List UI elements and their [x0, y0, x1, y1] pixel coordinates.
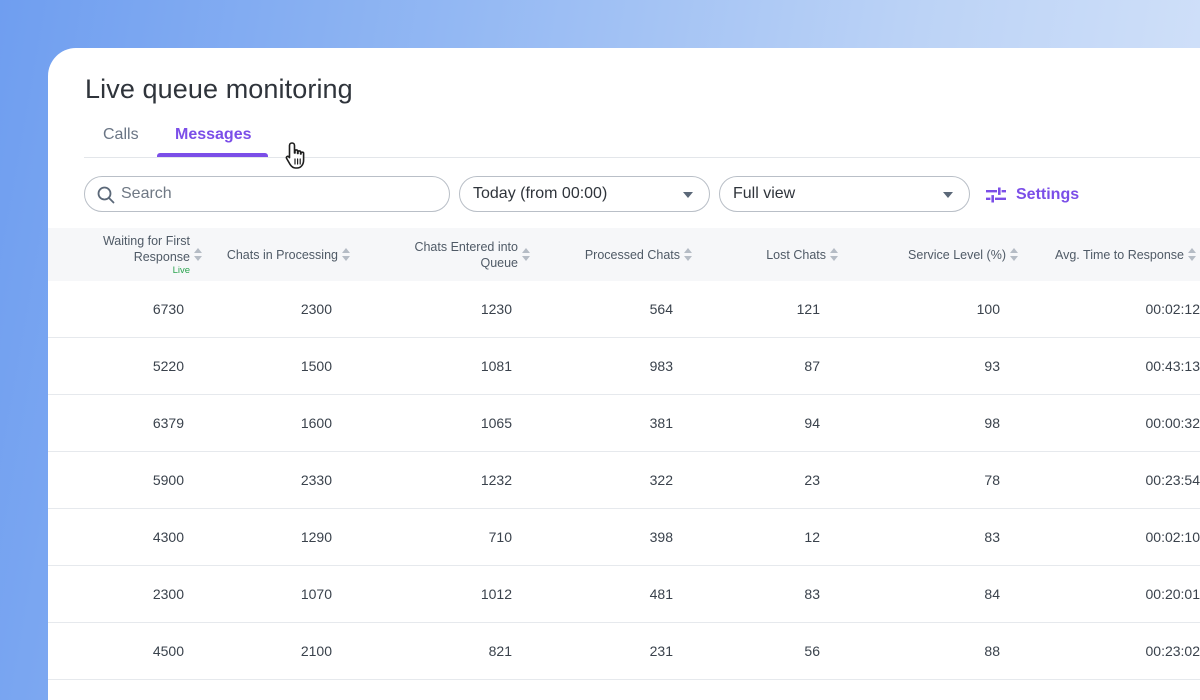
table-cell: 5220: [152, 358, 184, 374]
column-header-label: Waiting for First Response: [102, 233, 190, 264]
live-badge: Live: [172, 264, 190, 276]
table-cell: 00:23:54: [1145, 472, 1200, 488]
table-cell: 100: [976, 301, 1000, 317]
column-header-label: Processed Chats: [584, 247, 680, 262]
table-cell: 481: [649, 586, 673, 602]
table-row[interactable]: 4300 1290 710 398 12 83 00:02:10: [48, 509, 1200, 566]
table-cell: 00:23:02: [1145, 643, 1200, 659]
table-cell: 2330: [300, 472, 332, 488]
view-filter-select[interactable]: Full view: [719, 176, 970, 212]
settings-label: Settings: [1016, 186, 1080, 203]
table-cell: 1232: [480, 472, 512, 488]
table-cell: 88: [984, 643, 1000, 659]
page-title: Live queue monitoring: [85, 74, 353, 104]
table-row[interactable]: 6379 1600 1065 381 94 98 00:00:32: [48, 395, 1200, 452]
tab-messages[interactable]: Messages: [175, 126, 252, 144]
table-cell: 821: [488, 643, 512, 659]
sort-icon: [1188, 248, 1196, 261]
search-box[interactable]: [84, 176, 450, 212]
table-cell: 1012: [480, 586, 512, 602]
table-cell: 6730: [152, 301, 184, 317]
sort-icon: [522, 248, 530, 261]
column-header-processed[interactable]: Processed Chats: [568, 228, 692, 281]
table-row[interactable]: 2300 1070 1012 481 83 84 00:20:01: [48, 566, 1200, 623]
sliders-icon: [986, 187, 1006, 203]
column-header-label: Service Level (%): [908, 247, 1006, 262]
table-cell: 2300: [300, 301, 332, 317]
table-cell: 00:00:32: [1145, 415, 1200, 431]
table-cell: 87: [804, 358, 820, 374]
table-cell: 94: [804, 415, 820, 431]
table-cell: 23: [804, 472, 820, 488]
column-header-lost[interactable]: Lost Chats: [738, 228, 838, 281]
table-cell: 98: [984, 415, 1000, 431]
table-cell: 6379: [152, 415, 184, 431]
table-cell: 2300: [152, 586, 184, 602]
column-header-label: Avg. Time to Response: [1054, 247, 1184, 262]
table-cell: 398: [649, 529, 673, 545]
table-cell: 00:02:10: [1145, 529, 1200, 545]
tab-calls[interactable]: Calls: [103, 126, 139, 144]
column-header-entered[interactable]: Chats Entered into Queue: [398, 228, 530, 281]
hand-pointer-icon: [285, 142, 305, 169]
column-header-label: Chats in Processing: [226, 247, 338, 262]
table-cell: 83: [984, 529, 1000, 545]
table-cell: 84: [984, 586, 1000, 602]
chevron-down-icon: [683, 192, 693, 198]
table-cell: 4300: [152, 529, 184, 545]
search-icon: [97, 186, 115, 204]
sort-icon: [194, 248, 202, 261]
active-tab-indicator: [157, 153, 268, 157]
table-cell: 1600: [300, 415, 332, 431]
table-row[interactable]: 4500 2100 821 231 56 88 00:23:02: [48, 623, 1200, 680]
table-cell: 121: [796, 301, 820, 317]
view-filter-value: Full view: [733, 185, 796, 202]
table-cell: 56: [804, 643, 820, 659]
settings-button[interactable]: Settings: [986, 184, 1079, 206]
table-cell: 78: [984, 472, 1000, 488]
column-header-avg-time[interactable]: Avg. Time to Response: [1038, 228, 1196, 281]
table-cell: 564: [649, 301, 673, 317]
search-input[interactable]: [121, 177, 431, 211]
sort-icon: [830, 248, 838, 261]
table-cell: 1081: [480, 358, 512, 374]
table-cell: 710: [488, 529, 512, 545]
table-cell: 983: [649, 358, 673, 374]
sort-icon: [684, 248, 692, 261]
table-cell: 83: [804, 586, 820, 602]
table-cell: 1230: [480, 301, 512, 317]
table-cell: 00:43:13: [1145, 358, 1200, 374]
table-row[interactable]: 6730 2300 1230 564 121 100 00:02:12: [48, 281, 1200, 338]
column-header-label: Chats Entered into Queue: [414, 239, 518, 270]
table-row[interactable]: 5220 1500 1081 983 87 93 00:43:13: [48, 338, 1200, 395]
table-header: Waiting for First Response Live Chats in…: [48, 228, 1200, 281]
table-cell: 2100: [300, 643, 332, 659]
table-row[interactable]: 5900 2330 1232 322 23 78 00:23:54: [48, 452, 1200, 509]
chevron-down-icon: [943, 192, 953, 198]
sort-icon: [342, 248, 350, 261]
column-header-processing[interactable]: Chats in Processing: [216, 228, 350, 281]
date-filter-select[interactable]: Today (from 00:00): [459, 176, 710, 212]
column-header-label: Lost Chats: [766, 247, 826, 262]
column-header-service-level[interactable]: Service Level (%): [878, 228, 1018, 281]
table-cell: 322: [649, 472, 673, 488]
table-cell: 231: [649, 643, 673, 659]
column-header-waiting[interactable]: Waiting for First Response Live: [80, 228, 202, 281]
table-cell: 1290: [300, 529, 332, 545]
table-cell: 1500: [300, 358, 332, 374]
table-cell: 381: [649, 415, 673, 431]
table-cell: 5900: [152, 472, 184, 488]
table-cell: 00:02:12: [1145, 301, 1200, 317]
table-cell: 1070: [300, 586, 332, 602]
tab-bar: Calls Messages: [84, 120, 1200, 158]
table-cell: 93: [984, 358, 1000, 374]
date-filter-value: Today (from 00:00): [473, 185, 608, 202]
table-cell: 1065: [480, 415, 512, 431]
main-card: Live queue monitoring Calls Messages Tod…: [48, 48, 1200, 700]
sort-icon: [1010, 248, 1018, 261]
table-cell: 00:20:01: [1145, 586, 1200, 602]
table-cell: 4500: [152, 643, 184, 659]
table-cell: 12: [804, 529, 820, 545]
